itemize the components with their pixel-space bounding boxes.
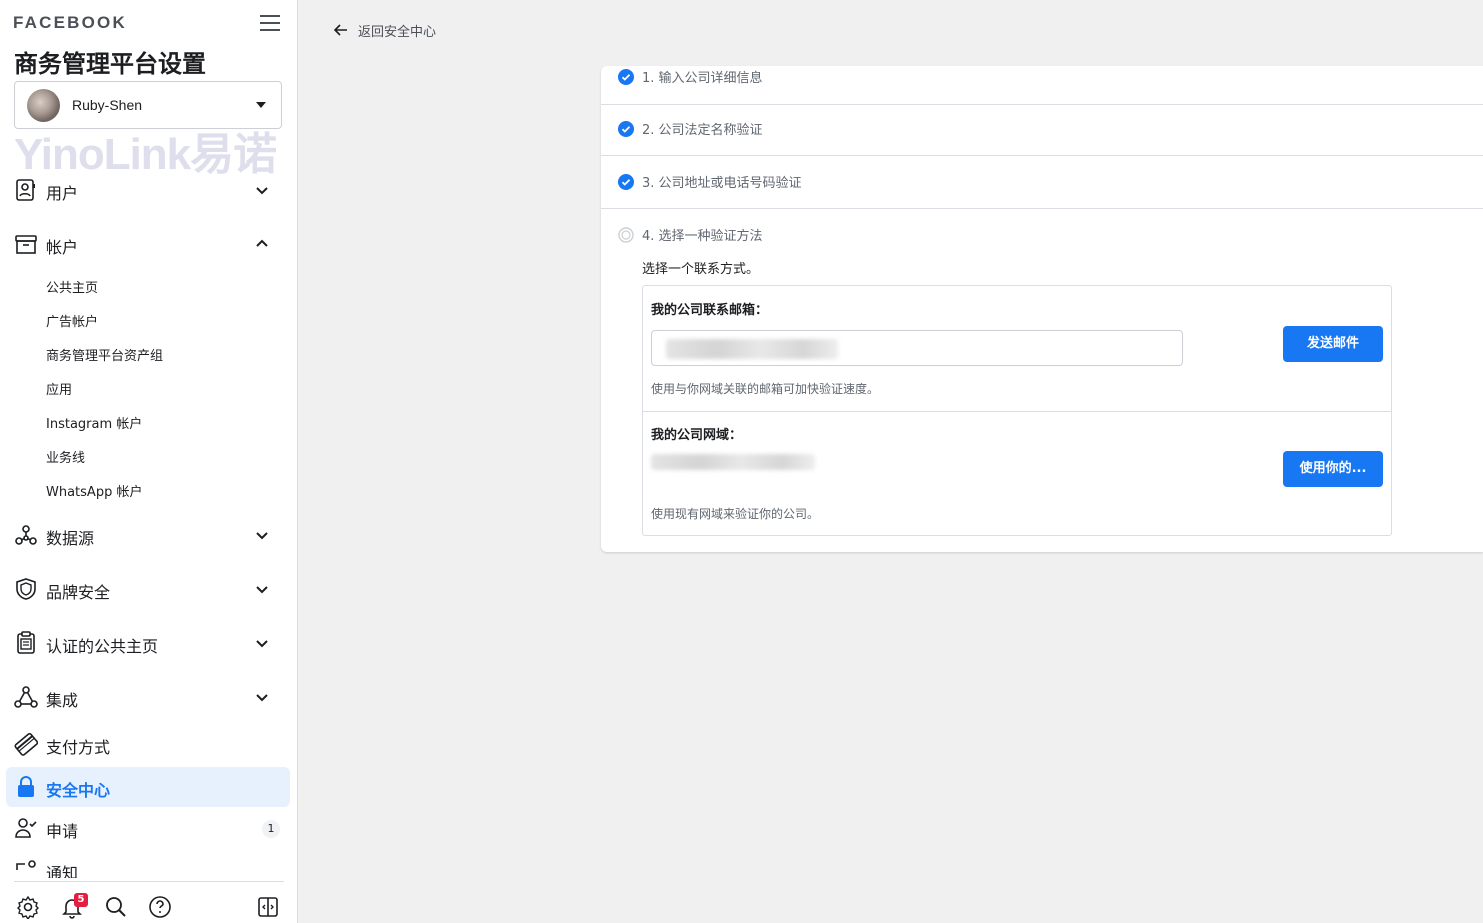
hamburger-menu-icon[interactable] bbox=[258, 12, 282, 34]
sidebar-subitem-instagram[interactable]: Instagram 帐户 bbox=[46, 413, 142, 432]
sidebar-item-users[interactable]: 用户 bbox=[6, 170, 290, 210]
business-account-select[interactable]: Ruby-Shen bbox=[14, 81, 282, 129]
account-name: Ruby-Shen bbox=[72, 97, 143, 113]
sidebar-item-requests[interactable]: 申请 1 bbox=[6, 808, 290, 848]
pending-radio-icon bbox=[618, 227, 634, 243]
company-email-field[interactable] bbox=[651, 330, 1183, 366]
chevron-up-icon bbox=[256, 239, 268, 247]
domain-option-help: 使用现有网域来验证你的公司。 bbox=[651, 507, 820, 521]
users-icon bbox=[16, 179, 35, 201]
sidebar-item-security-center[interactable]: 安全中心 bbox=[6, 767, 290, 807]
step-label: 3. 公司地址或电话号码验证 bbox=[642, 176, 802, 191]
check-circle-icon bbox=[618, 69, 634, 85]
step-label: 1. 输入公司详细信息 bbox=[642, 71, 763, 86]
chevron-down-icon bbox=[256, 640, 268, 648]
sidebar-item-brand-safety[interactable]: 品牌安全 bbox=[6, 569, 290, 609]
sidebar-item-label: 认证的公共主页 bbox=[46, 637, 159, 656]
sidebar-subitem-business-lines[interactable]: 业务线 bbox=[46, 447, 85, 466]
chevron-down-icon bbox=[256, 586, 268, 594]
sidebar-item-data-sources[interactable]: 数据源 bbox=[6, 515, 290, 555]
help-icon[interactable] bbox=[148, 895, 172, 919]
person-check-icon bbox=[15, 818, 37, 838]
chevron-down-icon bbox=[256, 532, 268, 540]
sidebar-subitem-pages[interactable]: 公共主页 bbox=[46, 277, 98, 296]
sidebar-item-integrations[interactable]: 集成 bbox=[6, 677, 290, 717]
send-email-button[interactable]: 发送邮件 bbox=[1283, 326, 1383, 362]
arrow-left-icon bbox=[334, 24, 347, 36]
credit-card-icon bbox=[14, 732, 38, 756]
sidebar-item-label: 数据源 bbox=[46, 529, 95, 548]
sidebar-item-label: 申请 bbox=[46, 822, 79, 841]
gear-icon[interactable] bbox=[16, 895, 40, 919]
chevron-down-icon bbox=[256, 187, 268, 195]
domain-option-title: 我的公司网域： bbox=[651, 428, 743, 443]
redacted-domain-value bbox=[651, 454, 815, 470]
sidebar-item-label: 集成 bbox=[46, 691, 79, 710]
sidebar-subitem-apps[interactable]: 应用 bbox=[46, 379, 72, 398]
step-choose-method-label: 4. 选择一种验证方法 bbox=[642, 229, 763, 244]
account-box-icon bbox=[15, 235, 37, 254]
sidebar-subitem-asset-groups[interactable]: 商务管理平台资产组 bbox=[46, 345, 163, 364]
check-circle-icon bbox=[618, 121, 634, 137]
sidebar-subitem-ad-accounts[interactable]: 广告帐户 bbox=[46, 311, 98, 330]
step-label: 2. 公司法定名称验证 bbox=[642, 123, 763, 138]
page-title: 商务管理平台设置 bbox=[14, 50, 206, 78]
notification-count-badge: 5 bbox=[74, 893, 88, 907]
sidebar-item-verified-pages[interactable]: 认证的公共主页 bbox=[6, 623, 290, 663]
shield-icon bbox=[16, 578, 36, 600]
sidebar-item-label: 安全中心 bbox=[46, 781, 111, 800]
step-address-phone[interactable]: 3. 公司地址或电话号码验证 bbox=[601, 156, 1483, 209]
search-icon[interactable] bbox=[104, 895, 128, 919]
sidebar-item-label: 帐户 bbox=[46, 238, 79, 257]
sidebar-item-payment-methods[interactable]: 支付方式 bbox=[6, 724, 290, 764]
sidebar: FACEBOOK 商务管理平台设置 Ruby-Shen YinoLink易诺 用… bbox=[0, 0, 298, 923]
sidebar-item-label: 用户 bbox=[46, 184, 79, 203]
choose-contact-prompt: 选择一个联系方式。 bbox=[642, 262, 760, 277]
chevron-down-icon bbox=[256, 694, 268, 702]
use-domain-button[interactable]: 使用你的... bbox=[1283, 451, 1383, 487]
notification-icon bbox=[16, 860, 36, 870]
facebook-brand: FACEBOOK bbox=[13, 13, 127, 32]
sidebar-item-notifications[interactable]: 通知 bbox=[6, 852, 290, 878]
lock-icon bbox=[18, 776, 34, 797]
contact-options-box: 我的公司联系邮箱： 发送邮件 使用与你网域关联的邮箱可加快验证速度。 我的公司网… bbox=[642, 285, 1392, 536]
check-circle-icon bbox=[618, 174, 634, 190]
sidebar-subitem-whatsapp[interactable]: WhatsApp 帐户 bbox=[46, 481, 142, 500]
integration-icon bbox=[14, 686, 38, 708]
redacted-email-value bbox=[666, 339, 838, 359]
option-divider bbox=[643, 411, 1391, 412]
email-option-title: 我的公司联系邮箱： bbox=[651, 303, 769, 318]
caret-down-icon bbox=[256, 102, 266, 108]
requests-count-badge: 1 bbox=[262, 820, 280, 838]
sidebar-item-label: 通知 bbox=[46, 864, 79, 878]
email-option-help: 使用与你网域关联的邮箱可加快验证速度。 bbox=[651, 382, 880, 396]
step-legal-name[interactable]: 2. 公司法定名称验证 bbox=[601, 103, 1483, 156]
collapse-sidebar-icon[interactable] bbox=[256, 895, 280, 919]
sidebar-item-label: 品牌安全 bbox=[46, 583, 111, 602]
data-source-icon bbox=[15, 525, 37, 545]
back-link-label: 返回安全中心 bbox=[358, 25, 437, 40]
clipboard-icon bbox=[17, 631, 35, 654]
avatar bbox=[27, 89, 60, 122]
sidebar-item-accounts[interactable]: 帐户 bbox=[6, 224, 290, 264]
sidebar-item-label: 支付方式 bbox=[46, 738, 111, 757]
step-company-details[interactable]: 1. 输入公司详细信息 bbox=[601, 52, 1483, 105]
